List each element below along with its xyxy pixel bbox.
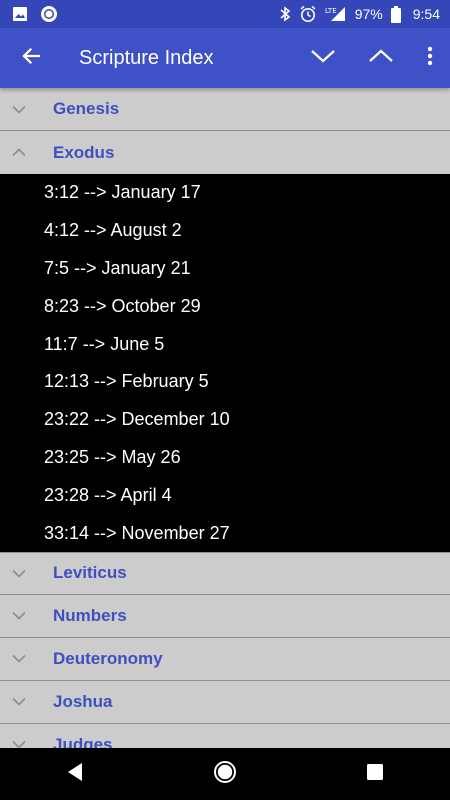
status-bar: LTE 97% 9:54: [0, 0, 450, 28]
signal-icon: LTE: [325, 6, 347, 22]
list-item[interactable]: 12:13 --> February 5: [0, 363, 450, 401]
group-label: Exodus: [53, 142, 115, 162]
back-button[interactable]: [0, 28, 62, 88]
nav-recents-button[interactable]: [335, 748, 415, 800]
chevron-down-icon: [0, 740, 53, 748]
group-label: Judges: [53, 734, 113, 748]
previous-match-button[interactable]: [352, 28, 410, 88]
scripture-list[interactable]: Genesis Exodus 3:12 --> January 17 4:12 …: [0, 88, 450, 748]
group-header-genesis[interactable]: Genesis: [0, 88, 450, 131]
exodus-children: 3:12 --> January 17 4:12 --> August 2 7:…: [0, 174, 450, 552]
list-item[interactable]: 23:25 --> May 26: [0, 439, 450, 477]
chevron-down-icon: [0, 611, 53, 621]
network-label: LTE: [325, 7, 337, 15]
chevron-up-icon: [368, 48, 394, 69]
chevron-down-icon: [0, 654, 53, 664]
status-time: 9:54: [412, 6, 440, 22]
page-title: Scripture Index: [79, 46, 214, 69]
overflow-menu-icon: [427, 46, 433, 71]
circle-notification-icon: [40, 5, 58, 23]
alarm-icon: [299, 5, 317, 23]
battery-icon: [390, 5, 401, 23]
nav-home-button[interactable]: [185, 748, 265, 800]
screen: LTE 97% 9:54 Scripture Index Genesis Exo…: [0, 0, 450, 800]
nav-back-button[interactable]: [35, 748, 115, 800]
chevron-down-icon: [310, 48, 336, 69]
bluetooth-icon: [279, 6, 291, 22]
list-item[interactable]: 8:23 --> October 29: [0, 287, 450, 325]
image-icon: [12, 6, 28, 22]
status-bar-right: LTE 97% 9:54: [279, 5, 440, 23]
status-bar-left: [12, 5, 58, 23]
battery-percent: 97%: [354, 6, 383, 22]
group-label: Deuteronomy: [53, 648, 163, 668]
back-triangle-icon: [66, 762, 84, 787]
chevron-down-icon: [0, 569, 53, 578]
home-circle-icon: [213, 760, 237, 789]
group-label: Joshua: [53, 691, 113, 711]
group-label: Numbers: [53, 605, 127, 625]
list-item[interactable]: 23:22 --> December 10: [0, 401, 450, 439]
group-label: Leviticus: [53, 563, 127, 583]
group-header-judges[interactable]: Judges: [0, 723, 450, 748]
group-header-numbers[interactable]: Numbers: [0, 594, 450, 638]
chevron-down-icon: [0, 105, 53, 114]
list-item[interactable]: 4:12 --> August 2: [0, 212, 450, 250]
group-header-exodus[interactable]: Exodus: [0, 131, 450, 174]
list-item[interactable]: 23:28 --> April 4: [0, 476, 450, 514]
chevron-down-icon: [0, 697, 53, 707]
app-bar: Scripture Index: [0, 28, 450, 88]
group-header-joshua[interactable]: Joshua: [0, 680, 450, 724]
recents-square-icon: [366, 763, 384, 786]
list-item[interactable]: 7:5 --> January 21: [0, 250, 450, 288]
chevron-up-icon: [0, 148, 53, 157]
back-arrow-icon: [21, 46, 41, 71]
list-item[interactable]: 33:14 --> November 27: [0, 514, 450, 552]
group-header-deuteronomy[interactable]: Deuteronomy: [0, 637, 450, 681]
navigation-bar: [0, 748, 450, 800]
group-label: Genesis: [53, 99, 120, 118]
list-item[interactable]: 11:7 --> June 5: [0, 325, 450, 363]
group-header-leviticus[interactable]: Leviticus: [0, 551, 450, 595]
next-match-button[interactable]: [294, 28, 352, 88]
overflow-menu-button[interactable]: [410, 28, 450, 88]
list-item[interactable]: 3:12 --> January 17: [0, 174, 450, 212]
